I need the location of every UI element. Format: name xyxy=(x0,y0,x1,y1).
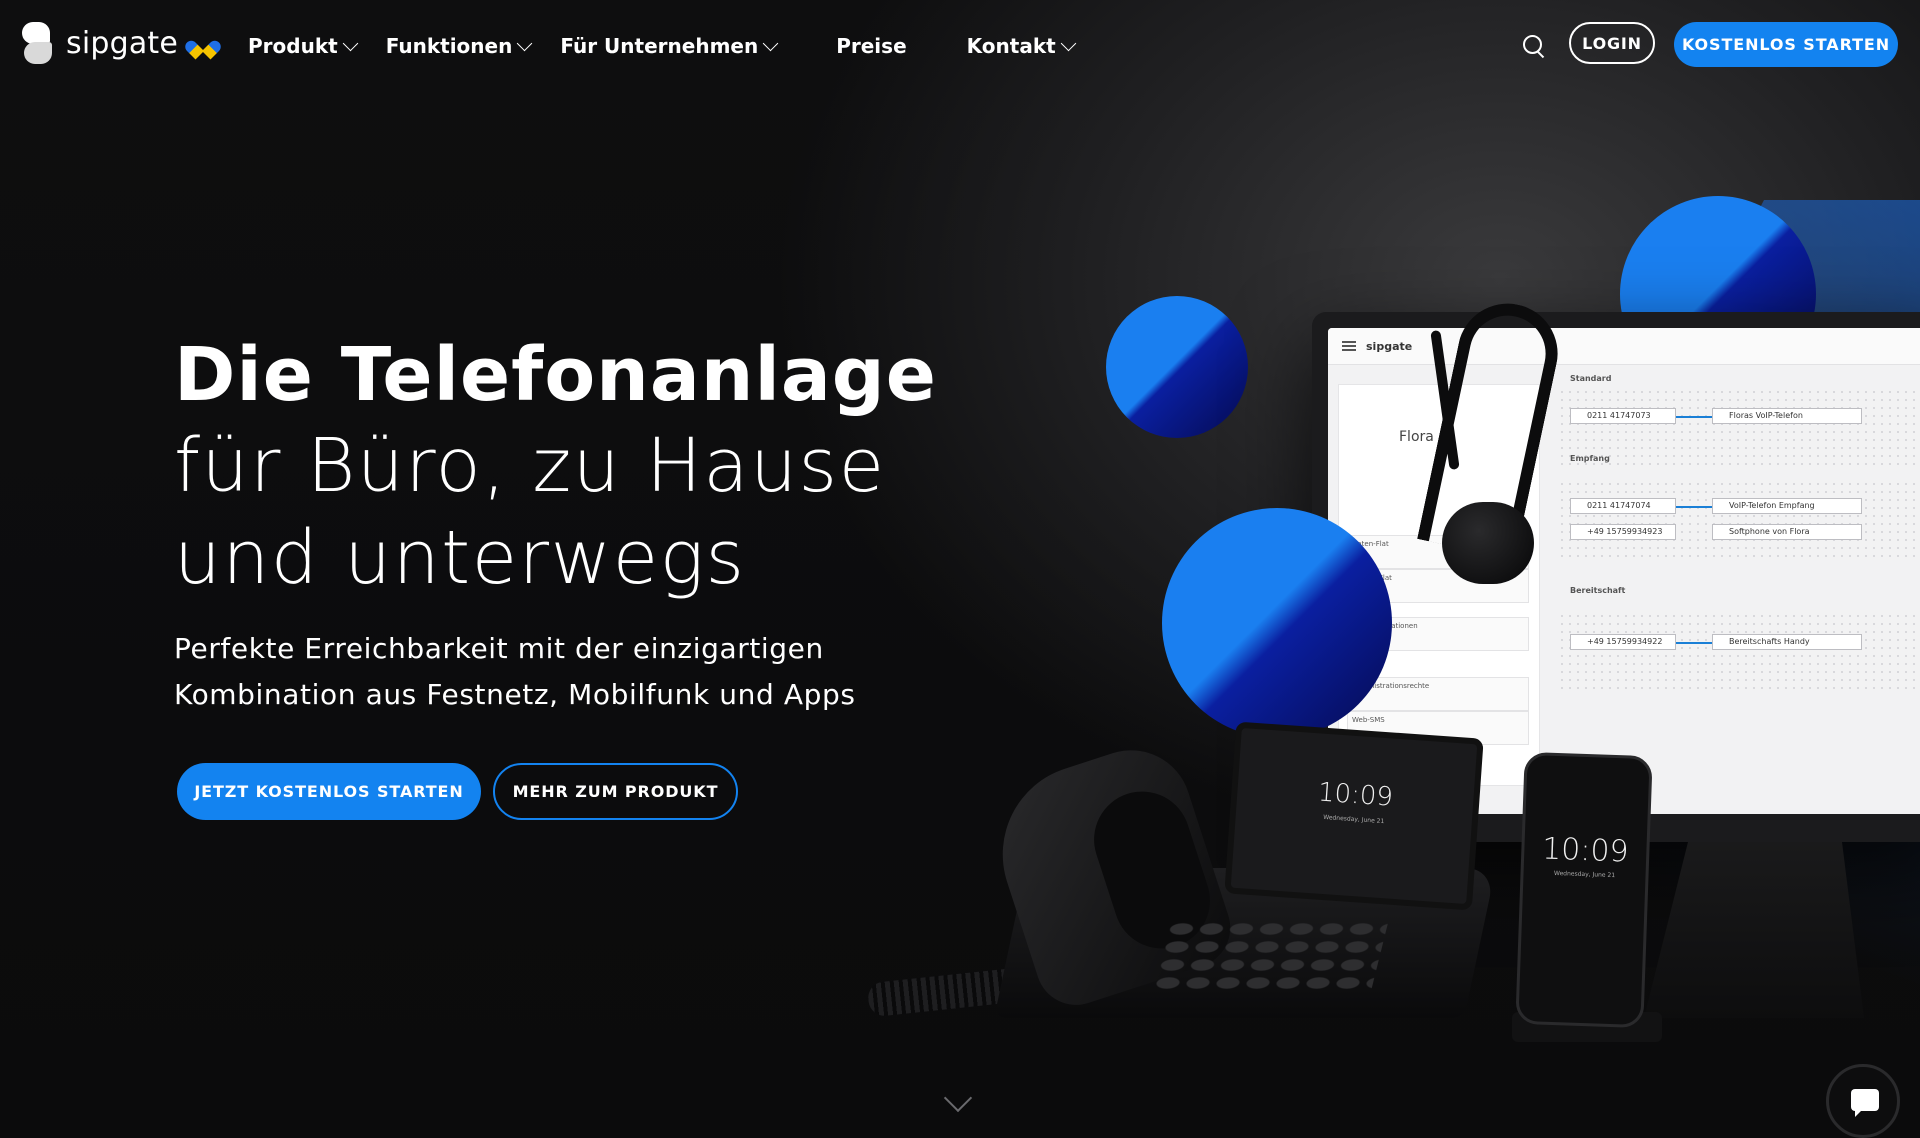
screen-grid xyxy=(1558,480,1920,560)
menu-label: Kontakt xyxy=(966,34,1056,58)
screen-target: VoIP-Telefon Empfang xyxy=(1712,498,1862,514)
screen-target: Floras VoIP-Telefon xyxy=(1712,408,1862,424)
cta-start-free-button[interactable]: JETZT KOSTENLOS STARTEN xyxy=(177,763,481,820)
chat-icon xyxy=(1851,1089,1879,1117)
desk-phone-keypad xyxy=(1151,920,1389,990)
sipgate-logo[interactable]: sipgate xyxy=(20,20,214,66)
screen-section-label: Standard xyxy=(1570,374,1612,383)
hero-subtitle-line: Kombination aus Festnetz, Mobilfunk und … xyxy=(174,678,856,711)
screen-grid xyxy=(1558,388,1920,468)
menu-item-kontakt[interactable]: Kontakt xyxy=(966,34,1076,58)
login-button[interactable]: LOGIN xyxy=(1569,22,1655,64)
desk-phone-screen: 10:09 Wednesday, June 21 xyxy=(1224,721,1484,911)
hero-title-light: für Büro, zu Hause und unterwegs xyxy=(174,420,886,604)
smartphone: 10:09 Wednesday, June 21 xyxy=(1515,751,1653,1029)
hamburger-icon xyxy=(1342,341,1356,351)
screen-routing-panel: Standard 0211 41747073 Floras VoIP-Telef… xyxy=(1558,372,1920,802)
screen-number: +49 15759934923 xyxy=(1570,524,1676,540)
chevron-down-icon xyxy=(342,35,358,52)
top-navigation: sipgate Produkt Funktionen Für Unternehm… xyxy=(0,0,1920,92)
search-icon[interactable] xyxy=(1522,34,1546,59)
screen-target: Softphone von Flora xyxy=(1712,524,1862,540)
decor-circle xyxy=(1162,508,1392,738)
screen-number: +49 15759934922 xyxy=(1570,634,1676,650)
cta-more-product-button[interactable]: MEHR ZUM PRODUKT xyxy=(493,763,738,820)
hero-title: Die Telefonanlage xyxy=(174,332,937,418)
screen-section-label: Bereitschaft xyxy=(1570,586,1626,595)
menu-label: Produkt xyxy=(248,34,338,58)
main-menu: Produkt Funktionen Für Unternehmen Preis… xyxy=(248,34,1104,58)
decor-circle xyxy=(1106,296,1248,438)
menu-label: Funktionen xyxy=(385,34,513,58)
screen-section-label: Empfang xyxy=(1570,454,1610,463)
menu-item-fuer-unternehmen[interactable]: Für Unternehmen xyxy=(560,34,779,58)
hero-title-line: und unterwegs xyxy=(174,515,746,601)
menu-label: Für Unternehmen xyxy=(560,34,759,58)
logo-text: sipgate xyxy=(66,25,179,61)
logo-mark-icon xyxy=(20,20,54,66)
screen-app-title: sipgate xyxy=(1366,339,1413,353)
screen-topbar: sipgate xyxy=(1328,328,1920,365)
chevron-down-icon xyxy=(1060,35,1076,52)
hero-subtitle: Perfekte Erreichbarkeit mit der einzigar… xyxy=(174,626,856,718)
start-free-button[interactable]: KOSTENLOS STARTEN xyxy=(1674,22,1898,67)
screen-target: Bereitschafts Handy xyxy=(1712,634,1862,650)
menu-label: Preise xyxy=(836,34,907,58)
menu-item-produkt[interactable]: Produkt xyxy=(248,34,358,58)
screen-number: 0211 41747073 xyxy=(1570,408,1676,424)
chat-button[interactable] xyxy=(1826,1064,1900,1138)
screen-user-name: Flora xyxy=(1399,429,1434,445)
chevron-down-icon xyxy=(517,35,533,52)
smartphone-time: 10:09 xyxy=(1541,831,1630,870)
screen-connector xyxy=(1676,416,1712,418)
hero-title-line: für Büro, zu Hause xyxy=(174,423,886,509)
screen-connector xyxy=(1676,506,1712,508)
menu-item-preise[interactable]: Preise xyxy=(836,34,906,58)
smartphone-date: Wednesday, June 21 xyxy=(1553,869,1616,880)
hero-subtitle-line: Perfekte Erreichbarkeit mit der einzigar… xyxy=(174,632,824,665)
menu-item-funktionen[interactable]: Funktionen xyxy=(385,34,533,58)
headset-earcup xyxy=(1442,502,1534,584)
chevron-down-icon xyxy=(762,35,779,52)
screen-grid xyxy=(1558,612,1920,692)
screen-number: 0211 41747074 xyxy=(1570,498,1676,514)
screen-connector xyxy=(1676,642,1712,644)
ukraine-heart-icon xyxy=(192,33,214,53)
